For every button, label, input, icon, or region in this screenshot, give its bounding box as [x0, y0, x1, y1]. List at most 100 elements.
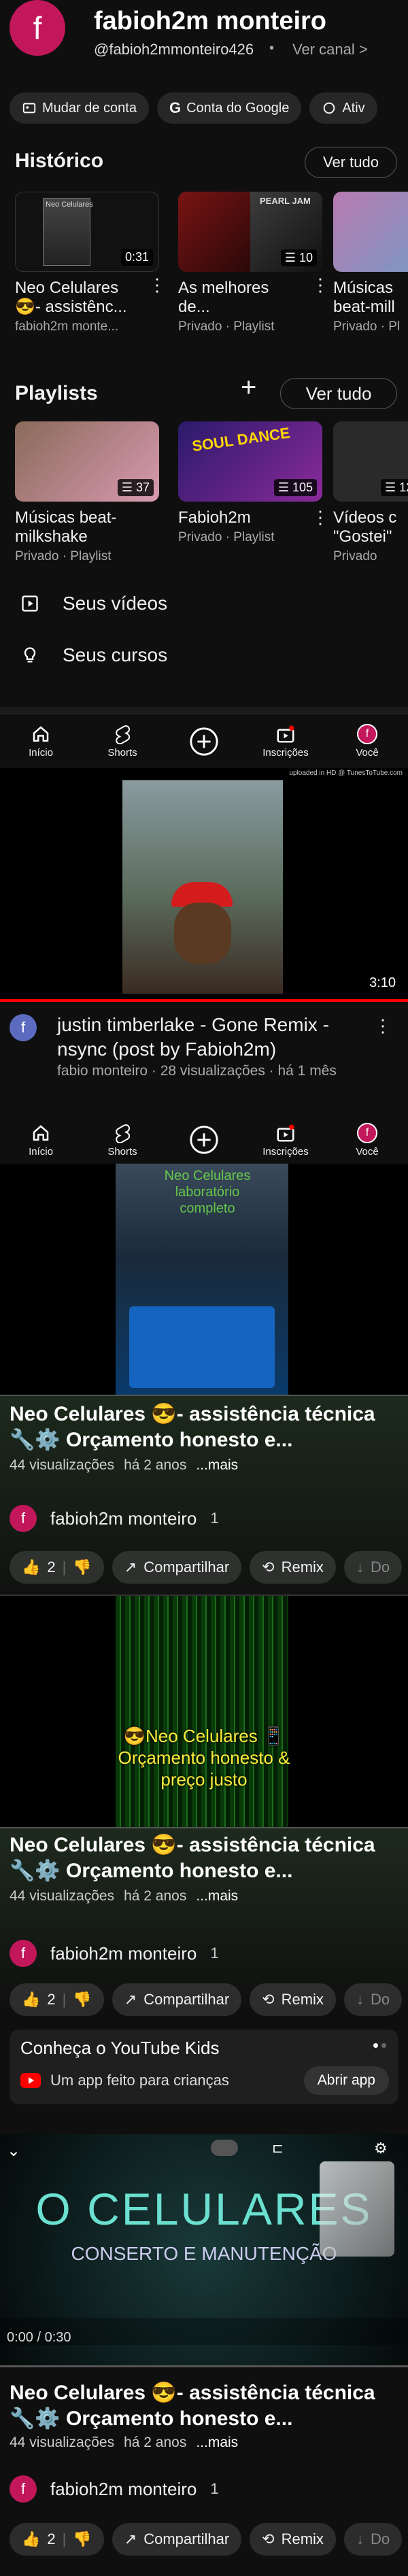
- more-options-icon[interactable]: ⋮: [148, 275, 166, 296]
- share-button[interactable]: ↗ Compartilhar: [112, 1983, 242, 2016]
- video-frame: [122, 780, 283, 994]
- page: f fabioh2m monteiro @fabioh2mmonteiro426…: [0, 0, 408, 2576]
- avatar-letter: f: [20, 1510, 26, 1527]
- switch-account-chip[interactable]: Mudar de conta: [10, 92, 149, 124]
- share-button[interactable]: ↗ Compartilhar: [112, 2523, 242, 2556]
- short-player[interactable]: 😎Neo Celulares 📱 Orçamento honesto & pre…: [0, 1596, 408, 1827]
- history-see-all-button[interactable]: Ver tudo: [305, 147, 397, 178]
- nav-create[interactable]: [170, 726, 238, 757]
- more-link[interactable]: ...mais: [196, 2435, 238, 2451]
- short-title[interactable]: Neo Celulares 😎- assistência técnica 🔧⚙️…: [10, 2380, 398, 2432]
- activity-chip[interactable]: Ativ: [309, 92, 377, 124]
- nav-you[interactable]: f Você: [333, 1122, 401, 1158]
- add-playlist-icon[interactable]: +: [241, 372, 256, 403]
- nav-you[interactable]: f Você: [333, 724, 401, 759]
- remix-button[interactable]: ⟲ Remix: [250, 1551, 336, 1584]
- short-overlay-text: 😎Neo Celulares 📱 Orçamento honesto & pre…: [118, 1726, 290, 1790]
- cast-icon[interactable]: ⊏: [272, 2140, 284, 2157]
- chevron-down-icon[interactable]: ⌄: [7, 2141, 20, 2161]
- short-channel-row[interactable]: f fabioh2m monteiro 1: [10, 1940, 219, 1967]
- history-item-sub: Privado · Pl: [333, 319, 401, 334]
- download-button[interactable]: ↓ Do: [343, 1983, 403, 2016]
- divider: |: [62, 1991, 67, 2008]
- short-actions: 👍 2 | 👎 ↗ Compartilhar ⟲ Remix ↓ Do: [10, 1983, 408, 2016]
- nav-shorts[interactable]: Shorts: [88, 1123, 156, 1158]
- carousel-dots: [373, 2043, 386, 2048]
- playlist-item[interactable]: ☰ 37 Músicas beat-milkshake Privado · Pl…: [15, 421, 159, 564]
- more-options-icon[interactable]: ⋮: [311, 507, 329, 528]
- short-progress: [0, 1827, 408, 1828]
- switch-account-icon: [22, 103, 36, 114]
- short-player[interactable]: Neo Celulares laboratório completo: [0, 1164, 408, 1395]
- open-app-button[interactable]: Abrir app: [303, 2066, 389, 2095]
- you-avatar-icon: f: [357, 1122, 377, 1143]
- nav-create[interactable]: [170, 1124, 238, 1155]
- remix-button[interactable]: ⟲ Remix: [250, 2523, 336, 2556]
- short-actions: 👍 2 | 👎 ↗ Compartilhar ⟲ Remix ↓ Do: [10, 2523, 408, 2556]
- remix-button[interactable]: ⟲ Remix: [250, 1983, 336, 2016]
- like-dislike-button[interactable]: 👍 2 | 👎: [10, 2523, 104, 2556]
- bottom-nav: Início Shorts Inscrições f Você: [0, 1116, 408, 1164]
- more-link[interactable]: ...mais: [196, 1888, 238, 1904]
- nav-subscriptions[interactable]: Inscrições: [252, 1123, 320, 1158]
- lightbulb-icon: [24, 647, 36, 663]
- short-channel-row[interactable]: f fabioh2m monteiro 1: [10, 2475, 219, 2503]
- video-title[interactable]: justin timberlake - Gone Remix - nsync (…: [57, 1013, 370, 1062]
- youtube-logo-icon: [20, 2073, 41, 2088]
- you-avatar-icon: f: [357, 724, 377, 744]
- google-account-chip[interactable]: G Conta do Google: [156, 92, 302, 124]
- history-item-title: Músicas beat-mill: [333, 279, 395, 316]
- nav-label: Você: [356, 1145, 379, 1158]
- more-options-icon[interactable]: ⋮: [311, 275, 329, 296]
- nav-home[interactable]: Início: [7, 1123, 75, 1158]
- your-videos-row[interactable]: Seus vídeos: [20, 593, 167, 614]
- more-options-icon[interactable]: ⋮: [374, 1015, 392, 1037]
- history-item[interactable]: PEARL JAM ☰ 10 As melhores de... Privado…: [178, 192, 322, 334]
- like-dislike-button[interactable]: 👍 2 | 👎: [10, 1551, 104, 1584]
- video-player[interactable]: uploaded in HD @ TunesToTube.com 3:10: [0, 768, 408, 999]
- google-icon: G: [169, 99, 182, 116]
- more-link[interactable]: ...mais: [196, 1457, 238, 1474]
- download-button[interactable]: ↓ Do: [343, 2523, 403, 2556]
- pause-toggle[interactable]: [211, 2140, 238, 2156]
- download-button[interactable]: ↓ Do: [343, 1551, 403, 1584]
- account-chips: Mudar de conta G Conta do Google Ativ: [10, 92, 408, 124]
- nav-subscriptions[interactable]: Inscrições: [252, 724, 320, 759]
- like-dislike-button[interactable]: 👍 2 | 👎: [10, 1983, 104, 2016]
- channel-avatar[interactable]: f: [10, 1014, 37, 1041]
- short-meta: 44 visualizações há 2 anos ...mais: [10, 2435, 238, 2451]
- playlists-see-all-button[interactable]: Ver tudo: [280, 378, 397, 409]
- playlist-item-sub: Privado: [333, 549, 377, 563]
- short-title[interactable]: Neo Celulares 😎- assistência técnica 🔧⚙️…: [10, 1832, 398, 1884]
- row-label: Seus cursos: [63, 644, 168, 665]
- progress-bar: [0, 999, 408, 1002]
- channel-avatar[interactable]: f: [10, 0, 65, 56]
- channel-handle: @fabioh2mmonteiro426: [94, 41, 254, 58]
- nav-shorts[interactable]: Shorts: [88, 724, 156, 759]
- channel-name: fabioh2m monteiro: [50, 1508, 197, 1529]
- your-courses-row[interactable]: Seus cursos: [20, 644, 167, 666]
- remix-icon: ⟲: [262, 2530, 275, 2547]
- short-meta: 44 visualizações há 2 anos ...mais: [10, 1888, 238, 1904]
- share-icon: ↗: [124, 2530, 137, 2547]
- kids-promo-row: Um app feito para crianças: [20, 2072, 229, 2089]
- short-meta: 44 visualizações há 2 anos ...mais: [10, 1457, 238, 1474]
- nav-home[interactable]: Início: [7, 724, 75, 759]
- nav-label: Inscrições: [262, 747, 309, 759]
- share-button[interactable]: ↗ Compartilhar: [112, 1551, 242, 1584]
- kids-promo-card[interactable]: Conheça o YouTube Kids Um app feito para…: [10, 2030, 398, 2104]
- remix-icon: ⟲: [262, 1559, 275, 1576]
- short-channel-row[interactable]: f fabioh2m monteiro 1: [10, 1505, 219, 1532]
- playlist-item[interactable]: SOUL DANCE ☰ 105 Fabioh2m Privado · Play…: [178, 421, 322, 545]
- view-channel-link[interactable]: Ver canal >: [292, 41, 368, 58]
- settings-gear-icon[interactable]: ⚙: [374, 2140, 388, 2157]
- history-thumbnail: PEARL JAM ☰ 10: [178, 192, 322, 272]
- history-item[interactable]: Neo Celulares 0:31 Neo Celulares 😎- assi…: [15, 192, 159, 334]
- short-title[interactable]: Neo Celulares 😎- assistência técnica 🔧⚙️…: [10, 1402, 398, 1453]
- upload-age: há 2 anos: [124, 1457, 187, 1473]
- playlist-item[interactable]: ☰ 12 Vídeos c "Gostei" Privado: [333, 421, 408, 564]
- short-player[interactable]: ⌄ ⊏ ⚙ O CELULARES CONSERTO E MANUTENÇÃO …: [0, 2134, 408, 2365]
- download-icon: ↓: [356, 1559, 364, 1576]
- history-item-title: Neo Celulares 😎- assistênc...: [15, 279, 127, 316]
- history-item[interactable]: Músicas beat-mill Privado · Pl: [333, 192, 408, 334]
